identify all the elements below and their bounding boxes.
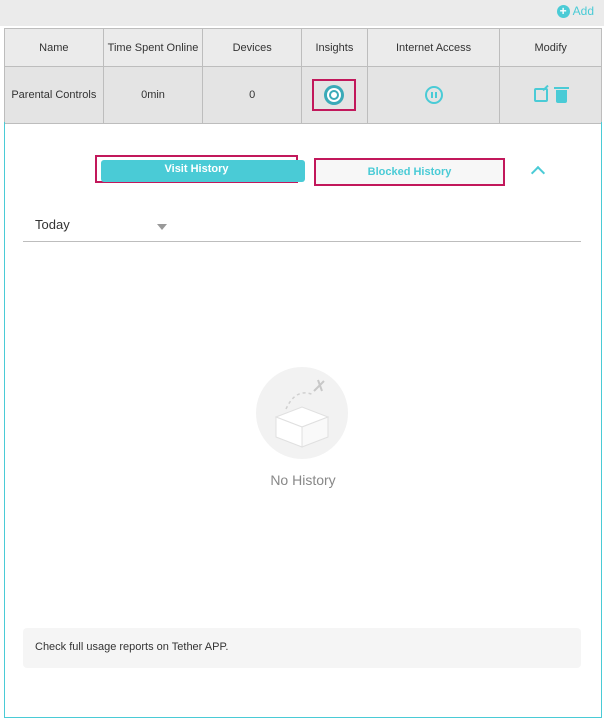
date-range-select[interactable]: Today	[23, 210, 581, 242]
pause-icon[interactable]	[424, 86, 443, 104]
header-internet-access: Internet Access	[368, 29, 501, 66]
plus-circle-icon: +	[556, 4, 570, 18]
header-devices: Devices	[203, 29, 303, 66]
edit-icon[interactable]	[534, 88, 549, 102]
add-label: Add	[572, 4, 594, 18]
chevron-up-icon[interactable]	[530, 165, 546, 181]
modify-cell	[500, 67, 601, 123]
header-modify: Modify	[534, 41, 567, 54]
tether-note-text: Check full usage reports on Tether APP.	[35, 641, 229, 653]
header-insights: Insights	[302, 29, 368, 66]
device-count: 0	[203, 67, 303, 123]
tab-visit-history-label: Visit History	[164, 163, 229, 175]
tab-blocked-history[interactable]: Blocked History	[314, 158, 505, 186]
top-bar: + Add	[0, 0, 604, 26]
insights-panel: Visit History Blocked History Today No H…	[4, 122, 602, 718]
time-online: 0min	[104, 67, 204, 123]
table-row: Parental Controls 0min 0	[5, 67, 601, 123]
internet-access-cell	[368, 67, 501, 123]
tab-blocked-history-label: Blocked History	[367, 166, 452, 178]
date-range-value: Today	[35, 217, 70, 232]
profiles-table: Name Time Spent Online Devices Insights …	[4, 28, 602, 124]
insights-button[interactable]	[312, 79, 357, 111]
add-button[interactable]: + Add	[556, 4, 594, 18]
insights-cell	[302, 67, 368, 123]
table-header: Name Time Spent Online Devices Insights …	[5, 29, 601, 67]
header-time-spent: Time Spent Online	[104, 29, 204, 66]
eye-icon	[324, 85, 345, 105]
trash-icon[interactable]	[554, 86, 570, 103]
caret-down-icon	[157, 224, 167, 230]
header-name: Name	[5, 29, 104, 66]
profile-name: Parental Controls	[5, 67, 104, 123]
tab-visit-history[interactable]: Visit History	[95, 155, 305, 183]
empty-box-icon	[256, 367, 348, 459]
tether-note: Check full usage reports on Tether APP.	[23, 628, 581, 668]
empty-state-text: No History	[270, 472, 336, 488]
